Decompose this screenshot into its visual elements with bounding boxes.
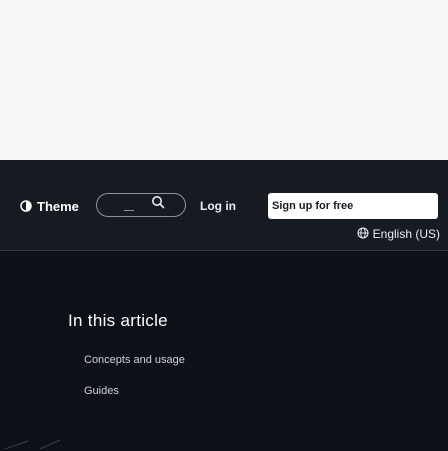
theme-half-circle-icon	[20, 200, 32, 212]
hero-banner	[0, 0, 448, 160]
language-label: English (US)	[372, 227, 440, 241]
toc-heading: In this article	[68, 311, 168, 330]
search-field[interactable]	[96, 193, 186, 217]
search-button[interactable]	[149, 194, 167, 214]
top-navigation-bar: Theme Log in Sign up for free English (U…	[0, 160, 448, 251]
theme-toggle-button[interactable]: Theme	[20, 196, 79, 216]
signup-button[interactable]: Sign up for free	[268, 193, 438, 219]
toc-link-concepts[interactable]: Concepts and usage	[84, 354, 185, 366]
toc-link-guides[interactable]: Guides	[84, 385, 119, 397]
language-switcher[interactable]: English (US)	[357, 224, 440, 244]
globe-icon	[357, 226, 369, 242]
search-icon	[151, 195, 165, 214]
login-link[interactable]: Log in	[200, 196, 236, 216]
search-cursor-underline	[124, 210, 134, 211]
theme-toggle-label: Theme	[37, 198, 79, 214]
article-toc-section: In this article Concepts and usage Guide…	[0, 251, 448, 450]
decorative-lines	[4, 439, 61, 450]
signup-label: Sign up for free	[272, 200, 354, 212]
